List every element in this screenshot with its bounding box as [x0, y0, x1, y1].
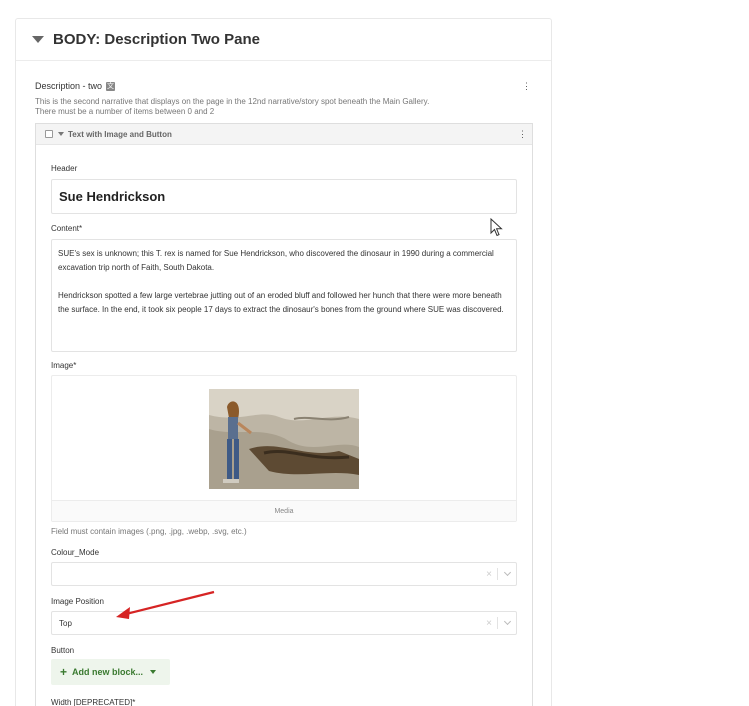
caret-down-icon[interactable]: [58, 132, 64, 136]
content-paragraph-2: Hendrickson spotted a few large vertebra…: [58, 291, 504, 314]
add-new-block-button[interactable]: + Add new block...: [51, 659, 170, 685]
mouse-cursor-icon: [490, 218, 503, 237]
description-help-line-2: There must be a number of items between …: [35, 107, 215, 116]
add-new-block-label: Add new block...: [72, 667, 144, 677]
media-button[interactable]: Media: [52, 500, 516, 521]
content-label: Content*: [51, 224, 83, 233]
translate-icon: 文: [106, 81, 116, 91]
checkbox-icon[interactable]: [45, 130, 53, 138]
section-header[interactable]: BODY: Description Two Pane: [16, 19, 551, 61]
kebab-menu-icon[interactable]: ⋮: [522, 82, 531, 91]
colour-mode-label: Colour_Mode: [51, 548, 100, 557]
width-deprecated-label: Width [DEPRECATED]*: [51, 698, 136, 706]
image-help-text: Field must contain images (.png, .jpg, .…: [51, 527, 247, 536]
block-header[interactable]: Text with Image and Button: [36, 124, 532, 145]
header-input[interactable]: Sue Hendrickson: [51, 179, 517, 214]
image-thumbnail[interactable]: [209, 389, 359, 489]
header-label: Header: [51, 164, 78, 173]
section-title: BODY: Description Two Pane: [53, 31, 260, 48]
chevron-down-icon[interactable]: [498, 617, 516, 626]
content-textarea[interactable]: SUE's sex is unknown; this T. rex is nam…: [51, 239, 517, 352]
caret-down-icon[interactable]: [32, 36, 44, 43]
colour-mode-select[interactable]: ×: [51, 562, 517, 586]
caret-down-icon: [150, 670, 157, 674]
description-two-pane-section: BODY: Description Two Pane Description -…: [15, 18, 552, 706]
description-help-line-1: This is the second narrative that displa…: [35, 97, 430, 106]
select-controls: ×: [481, 563, 516, 585]
annotation-arrow-icon: [116, 590, 215, 619]
image-label: Image*: [51, 361, 77, 370]
description-help-text: This is the second narrative that displa…: [35, 97, 505, 117]
description-label-text: Description - two: [35, 81, 103, 91]
rock-bluff-photo: [209, 389, 359, 489]
image-position-value: Top: [59, 618, 72, 628]
kebab-menu-icon[interactable]: ⋮: [518, 130, 527, 139]
clear-icon[interactable]: ×: [481, 569, 497, 580]
select-controls: ×: [481, 612, 516, 634]
description-field-label: Description - two 文: [35, 81, 116, 91]
button-field-label: Button: [51, 646, 75, 655]
chevron-down-icon[interactable]: [498, 568, 516, 577]
content-paragraph-1: SUE's sex is unknown; this T. rex is nam…: [58, 249, 494, 272]
image-position-label: Image Position: [51, 597, 104, 606]
block-title: Text with Image and Button: [68, 129, 172, 139]
plus-icon: +: [60, 665, 68, 679]
image-field: Media: [51, 375, 517, 522]
clear-icon[interactable]: ×: [481, 618, 497, 629]
